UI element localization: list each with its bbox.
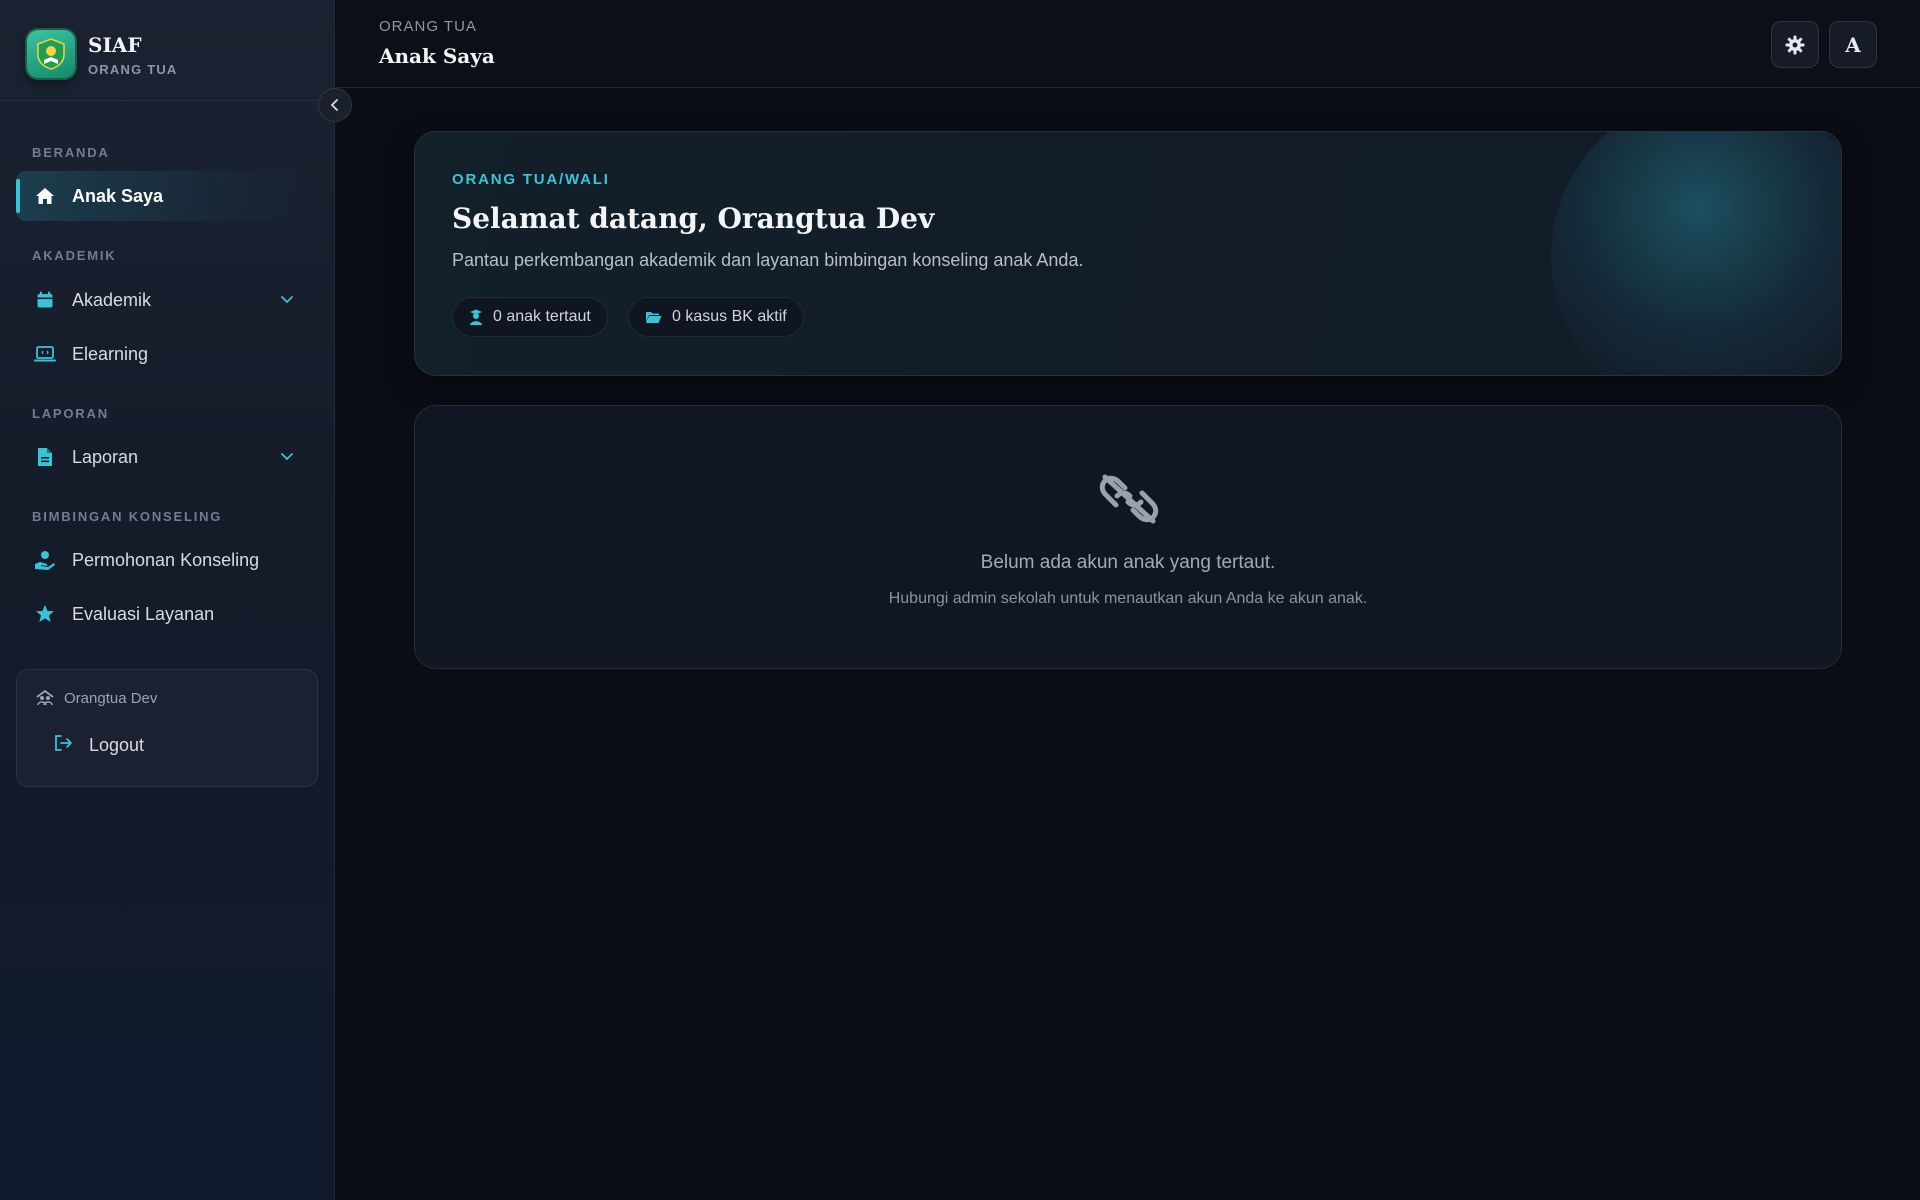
breadcrumb: ORANG TUA	[379, 18, 477, 35]
logout-label: Logout	[89, 734, 145, 755]
gear-icon	[1785, 35, 1805, 54]
sidebar-item-label: Evaluasi Layanan	[72, 603, 215, 624]
home-icon	[34, 185, 56, 207]
star-icon	[34, 603, 56, 625]
badge-label: 0 kasus BK aktif	[672, 308, 787, 325]
welcome-description: Pantau perkembangan akademik dan layanan…	[452, 250, 1084, 270]
sidebar-item-laporan[interactable]: Laporan	[16, 432, 316, 482]
sidebar-item-label: Permohonan Konseling	[72, 549, 260, 570]
document-icon	[34, 446, 56, 468]
parent-user-icon	[35, 689, 55, 712]
badge-label: 0 anak tertaut	[493, 308, 591, 325]
sidebar: SIAF ORANG TUA BERANDA Anak Saya AKADEMI…	[0, 0, 335, 1200]
brand-title: SIAF	[88, 33, 142, 57]
active-cases-badge: 0 kasus BK aktif	[628, 297, 804, 337]
empty-state-card: Belum ada akun anak yang tertaut. Hubung…	[414, 405, 1842, 669]
sidebar-item-anak-saya[interactable]: Anak Saya	[16, 171, 316, 221]
brand-header[interactable]: SIAF ORANG TUA	[0, 0, 335, 101]
decorative-orb	[1551, 132, 1841, 375]
page-title: Anak Saya	[379, 44, 495, 68]
sidebar-item-label: Laporan	[72, 446, 139, 467]
collapse-sidebar-button[interactable]	[318, 88, 352, 122]
theme-toggle-button[interactable]	[1771, 21, 1819, 68]
empty-state-subtitle: Hubungi admin sekolah untuk menautkan ak…	[888, 590, 1368, 607]
chevron-down-icon	[281, 296, 293, 304]
sidebar-item-permohonan-konseling[interactable]: Permohonan Konseling	[16, 535, 316, 585]
section-label-bimbingan-konseling: BIMBINGAN KONSELING	[32, 509, 223, 524]
logout-icon	[53, 734, 73, 757]
linked-children-badge: 0 anak tertaut	[452, 297, 608, 337]
section-label-laporan: LAPORAN	[32, 406, 109, 421]
user-card: Orangtua Dev Logout	[16, 669, 318, 787]
sidebar-item-elearning[interactable]: Elearning	[16, 329, 316, 379]
brand-subtitle: ORANG TUA	[88, 62, 178, 77]
sidebar-item-label: Anak Saya	[72, 185, 164, 206]
welcome-card: ORANG TUA/WALI Selamat datang, Orangtua …	[414, 131, 1842, 376]
language-button[interactable]: A	[1829, 21, 1877, 68]
chevron-down-icon	[281, 453, 293, 461]
top-header: ORANG TUA Anak Saya A	[336, 0, 1920, 88]
sidebar-item-akademik[interactable]: Akademik	[16, 275, 316, 325]
hand-person-icon	[34, 549, 56, 571]
student-icon	[469, 309, 483, 325]
laptop-icon	[34, 343, 56, 365]
section-label-beranda: BERANDA	[32, 145, 110, 160]
user-name: Orangtua Dev	[64, 690, 158, 707]
welcome-title: Selamat datang, Orangtua Dev	[452, 202, 935, 235]
welcome-eyebrow: ORANG TUA/WALI	[452, 171, 610, 188]
unlink-icon	[1099, 474, 1159, 529]
sidebar-item-label: Elearning	[72, 343, 149, 364]
sidebar-item-evaluasi-layanan[interactable]: Evaluasi Layanan	[16, 589, 316, 639]
calendar-icon	[34, 289, 56, 311]
chevron-left-icon	[330, 99, 338, 111]
empty-state-title: Belum ada akun anak yang tertaut.	[980, 552, 1276, 573]
sidebar-item-label: Akademik	[72, 289, 152, 310]
school-logo-icon	[27, 30, 75, 78]
section-label-akademik: AKADEMIK	[32, 248, 117, 263]
logout-button[interactable]: Logout	[53, 730, 144, 760]
folder-open-icon	[645, 310, 662, 324]
